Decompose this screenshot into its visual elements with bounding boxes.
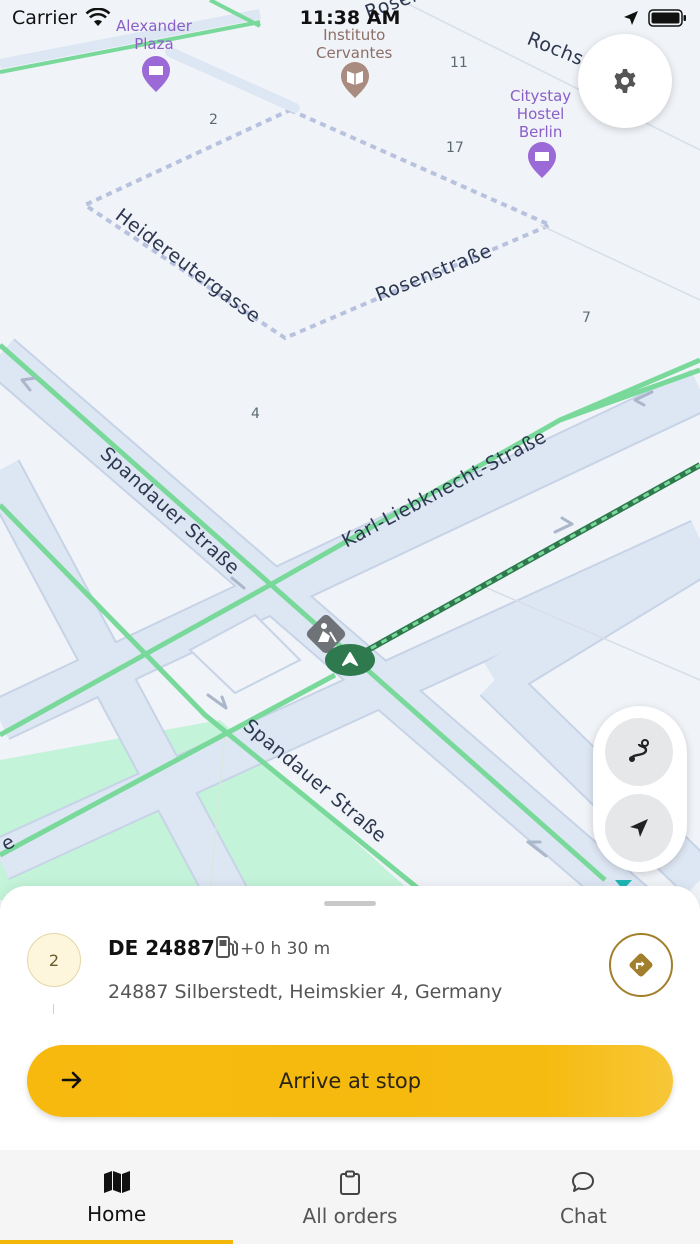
stop-number: 2 (48, 950, 60, 970)
poi-label-citystay-hostel[interactable]: Citystay Hostel Berlin (510, 87, 571, 141)
status-bar: Carrier 11:38 AM (0, 0, 700, 36)
route-icon (629, 739, 649, 762)
route-overview-button[interactable] (605, 718, 673, 786)
battery-icon (648, 9, 686, 27)
directions-button[interactable] (609, 933, 673, 997)
turn-right-icon (629, 953, 653, 977)
hotel-icon (142, 56, 170, 92)
house-number: 11 (450, 55, 468, 71)
hotel-icon (528, 142, 556, 178)
stop-code: DE 24887 (108, 936, 215, 960)
location-arrow-icon (624, 11, 638, 25)
tab-bar: Home All orders Chat (0, 1150, 700, 1244)
stop-connector (53, 1004, 54, 1014)
poi-line: Citystay (510, 87, 572, 105)
fuel-pump-icon (216, 936, 238, 958)
settings-button[interactable] (578, 34, 672, 128)
navigation-arrow-icon (630, 819, 648, 837)
arrow-right-icon (61, 1071, 82, 1089)
direction-arrow (553, 516, 574, 534)
tab-chat[interactable]: Chat (467, 1150, 700, 1244)
book-icon (341, 62, 369, 98)
arrive-at-stop-button[interactable]: Arrive at stop (27, 1045, 673, 1117)
direction-arrow (206, 693, 228, 710)
house-number: 17 (446, 140, 464, 156)
stop-sheet[interactable]: 2 DE 24887 +0 h 30 m 24887 Silberstedt, … (0, 886, 700, 1150)
tab-home[interactable]: Home (0, 1150, 234, 1244)
tab-all-orders[interactable]: All orders (233, 1150, 466, 1244)
tab-label: Chat (559, 1204, 607, 1228)
chat-bubble-icon (572, 1172, 595, 1192)
house-number: 7 (582, 310, 591, 326)
tab-label: Home (87, 1202, 147, 1226)
poi-line: Plaza (134, 35, 174, 53)
status-time: 11:38 AM (299, 7, 401, 29)
stop-address: 24887 Silberstedt, Heimskier 4, Germany (108, 981, 503, 1003)
map-controls (593, 706, 687, 872)
clipboard-icon (339, 1170, 360, 1195)
recenter-button[interactable] (605, 794, 673, 862)
carrier-label: Carrier (12, 7, 77, 29)
stop-number-badge: 2 (27, 933, 81, 987)
map-icon (103, 1171, 130, 1193)
poi-line: Berlin (518, 123, 563, 141)
house-number: 4 (251, 406, 260, 422)
poi-line: Hostel (516, 105, 565, 123)
gear-icon (614, 69, 636, 93)
stop-eta: +0 h 30 m (240, 939, 331, 959)
house-number: 2 (209, 112, 218, 128)
tab-label: All orders (302, 1204, 398, 1228)
wifi-icon (85, 8, 111, 26)
pedestrian-path (80, 107, 556, 341)
sheet-handle[interactable] (324, 901, 376, 906)
poi-line: Cervantes (316, 44, 393, 62)
arrive-label: Arrive at stop (278, 1069, 422, 1093)
